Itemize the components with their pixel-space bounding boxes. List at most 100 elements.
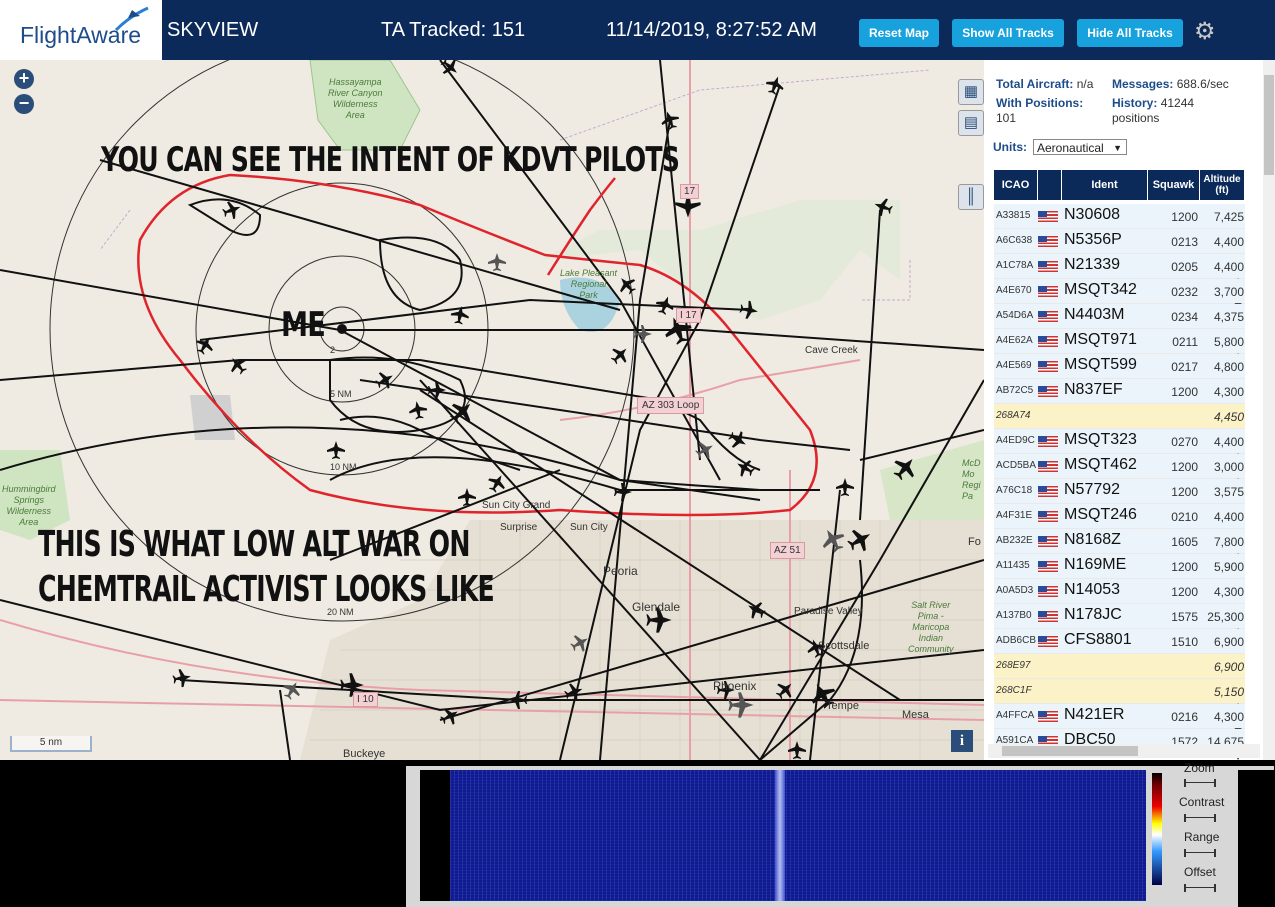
table-row[interactable]: A4E62AMSQT97102115,800 ▲ [994, 329, 1245, 363]
us-flag-icon [1038, 336, 1058, 347]
us-flag-icon [1038, 636, 1058, 647]
zoom-in-button[interactable]: + [14, 69, 34, 89]
table-header: ICAO Ident Squawk Altitude (ft) [994, 170, 1245, 200]
icao-cell: AB232E [996, 535, 1033, 546]
altitude-cell: 4,300 [1213, 585, 1244, 599]
table-row[interactable]: A4FFCAN421ER02164,300 ▼ [994, 704, 1245, 738]
horizontal-scroll-thumb[interactable] [1002, 746, 1138, 756]
grid-icon[interactable]: ▤ [958, 110, 984, 136]
table-row[interactable]: A4E670MSQT34202323,700 ▼ [994, 279, 1245, 313]
table-row[interactable]: A4ED9CMSQT32302704,400 ▲ [994, 429, 1245, 463]
squawk-cell: 1200 [1171, 560, 1198, 574]
col-flag[interactable] [1038, 170, 1062, 200]
show-all-tracks-button[interactable]: Show All Tracks [952, 19, 1064, 47]
units-label: Units: [993, 140, 1027, 154]
ring-label-10: 10 NM [330, 462, 357, 472]
table-row[interactable]: A6C638 N5356P 0213 4,400 [994, 229, 1245, 254]
logo-text: FlightAware [20, 22, 142, 48]
squawk-cell: 0216 [1171, 710, 1198, 724]
squawk-cell: 1575 [1171, 610, 1198, 624]
table-row[interactable]: AB72C5 N837EF 1200 4,300 [994, 379, 1245, 404]
col-ident[interactable]: Ident [1062, 170, 1148, 200]
ident-cell: N8168Z [1064, 531, 1121, 548]
col-altitude[interactable]: Altitude (ft) [1200, 170, 1245, 200]
us-flag-icon [1038, 461, 1058, 472]
flightaware-logo[interactable]: FlightAware [0, 0, 162, 60]
label-az51: AZ 51 [770, 542, 805, 559]
label-salt-river: Salt River Pima - Maricopa Indian Community [908, 600, 954, 654]
map-view[interactable]: Hassayampa River Canyon Wilderness Area Lak… [0, 60, 984, 760]
contrast-slider[interactable] [1184, 814, 1216, 822]
squawk-cell: 1200 [1171, 485, 1198, 499]
label-mcdowell: McD Mo Regi Pa [962, 458, 981, 501]
squawk-cell: 1510 [1171, 635, 1198, 649]
label-buckeye: Buckeye [343, 748, 386, 760]
reset-map-button[interactable]: Reset Map [859, 19, 939, 47]
label-mesa: Mesa [902, 709, 929, 721]
map-layers-icon[interactable]: ▦ [958, 79, 984, 105]
clock: 11/14/2019, 8:27:52 AM [606, 19, 817, 41]
ident-cell: MSQT323 [1064, 431, 1137, 448]
table-row[interactable]: A137B0N178JC157525,300 ▲ [994, 604, 1245, 638]
range-slider[interactable] [1184, 849, 1216, 857]
aircraft-sidebar: Total Aircraft: n/a Messages: 688.6/sec … [984, 60, 1275, 763]
vertical-scroll-thumb[interactable] [1264, 75, 1274, 175]
us-flag-icon [1038, 536, 1058, 547]
gear-icon[interactable]: ⚙ [1194, 17, 1216, 46]
table-row[interactable]: 268C1F5,150 ▲ [994, 679, 1245, 713]
table-row[interactable]: ADB6CB CFS8801 1510 6,900 [994, 629, 1245, 654]
info-icon[interactable]: i [951, 730, 973, 752]
ident-cell: N57792 [1064, 481, 1121, 498]
label-sun-city: Sun City [570, 522, 608, 533]
squawk-cell: 0217 [1171, 360, 1198, 374]
ident-cell: N178JC [1064, 606, 1122, 623]
waterfall-signal-line [775, 770, 785, 901]
squawk-cell: 1200 [1171, 585, 1198, 599]
ident-cell: N4403M [1064, 306, 1125, 323]
table-row[interactable]: A76C18 N57792 1200 3,575 [994, 479, 1245, 504]
waterfall-spectrum[interactable] [450, 770, 1146, 901]
us-flag-icon [1038, 436, 1058, 447]
table-row[interactable]: A11435 N169ME 1200 5,900 [994, 554, 1245, 579]
table-row[interactable]: AB232EN8168Z16057,800 ▲ [994, 529, 1245, 563]
label-sun-city-grand: Sun City Grand [482, 500, 551, 511]
squawk-cell: 0234 [1171, 310, 1198, 324]
zoom-slider[interactable] [1184, 779, 1216, 787]
icao-cell: A6C638 [996, 235, 1033, 246]
us-flag-icon [1038, 361, 1058, 372]
col-icao[interactable]: ICAO [994, 170, 1038, 200]
table-row[interactable]: A4F31E MSQT246 0210 4,400 [994, 504, 1245, 529]
altitude-cell: 3,575 [1213, 485, 1244, 499]
altitude-cell: 7,425 [1213, 210, 1244, 224]
col-squawk[interactable]: Squawk [1148, 170, 1200, 200]
tracked-count: TA Tracked: 151 [381, 19, 526, 41]
table-row[interactable]: ACD5BAMSQT46212003,000 ▲ [994, 454, 1245, 488]
ident-cell: MSQT246 [1064, 506, 1137, 523]
table-row[interactable]: 268E97 6,900 [994, 654, 1245, 679]
altitude-cell: 4,400 [1213, 510, 1244, 524]
table-row[interactable]: A0A5D3 N14053 1200 4,300 [994, 579, 1245, 604]
table-row[interactable]: A1C78AN2133902054,400 ▲ [994, 254, 1245, 288]
with-positions: With Positions: 101 [996, 96, 1084, 125]
units-select[interactable]: Aeronautical ▼ [1033, 139, 1127, 155]
table-row[interactable]: 268A74 4,450 [994, 404, 1245, 429]
us-flag-icon [1038, 286, 1058, 297]
us-flag-icon [1038, 486, 1058, 497]
ident-cell: N169ME [1064, 556, 1127, 573]
icao-cell: A4ED9C [996, 435, 1035, 446]
zoom-label: Zoom [1184, 761, 1215, 775]
table-row[interactable]: A4E569 MSQT599 0217 4,800 [994, 354, 1245, 379]
hide-all-tracks-button[interactable]: Hide All Tracks [1077, 19, 1183, 47]
label-scottsdale: Scottsdale [818, 640, 870, 652]
offset-slider[interactable] [1184, 884, 1216, 892]
ident-cell: CFS8801 [1064, 631, 1132, 648]
icao-cell: A4E62A [996, 335, 1033, 346]
altitude-cell: 4,450 [1213, 410, 1244, 424]
table-row[interactable]: A54D6A N4403M 0234 4,375 [994, 304, 1245, 329]
toggle-sidebar-icon[interactable]: ║ [958, 184, 984, 210]
zoom-out-button[interactable]: − [14, 94, 34, 114]
label-hummingbird: Hummingbird Springs Wilderness Area [2, 484, 56, 527]
ident-cell: N30608 [1064, 206, 1121, 223]
table-row[interactable]: A33815 N30608 1200 7,425 [994, 204, 1245, 229]
ring-label-5: 5 NM [330, 389, 352, 399]
